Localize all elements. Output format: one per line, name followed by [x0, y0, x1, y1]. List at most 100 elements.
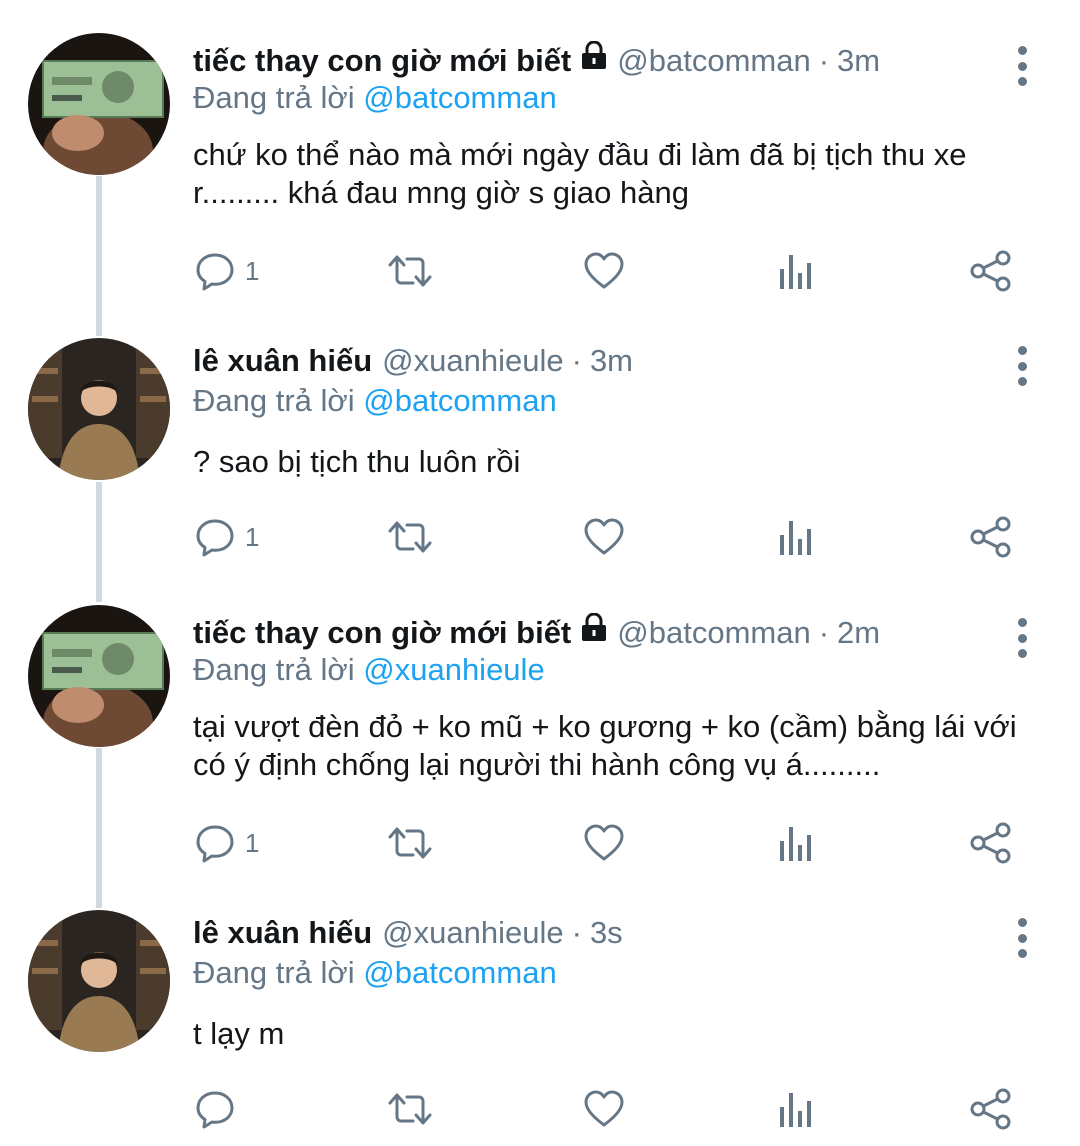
reply-count: 1: [245, 255, 260, 286]
reply-icon: [196, 519, 234, 557]
replying-prefix: Đang trả lời: [193, 652, 355, 687]
replying-to: Đang trả lời @xuanhieule: [193, 652, 545, 688]
analytics-button[interactable]: [776, 818, 816, 868]
reply-count: 1: [245, 827, 260, 858]
like-icon: [584, 824, 624, 861]
share-button[interactable]: [968, 246, 1014, 296]
reply-button[interactable]: [193, 1084, 237, 1134]
timestamp[interactable]: 2m: [837, 610, 880, 656]
retweet-icon: [388, 521, 432, 553]
more-options-icon[interactable]: [1008, 618, 1036, 658]
tweet-actions: [0, 1084, 1080, 1134]
display-name[interactable]: lê xuân hiếu: [193, 910, 372, 956]
more-options-icon[interactable]: [1008, 346, 1036, 386]
like-button[interactable]: [582, 246, 626, 296]
separator: ·: [571, 343, 582, 378]
tweet-actions: 1: [0, 246, 1080, 296]
reply-icon: [196, 825, 234, 863]
username[interactable]: @batcomman: [617, 38, 810, 84]
mention-link[interactable]: @batcomman: [363, 80, 556, 115]
username[interactable]: @batcomman: [617, 610, 810, 656]
tweet-header: lê xuân hiếu @xuanhieule · 3s: [193, 910, 623, 956]
replying-prefix: Đang trả lời: [193, 383, 355, 418]
analytics-button[interactable]: [776, 512, 816, 562]
reply-button[interactable]: 1: [193, 512, 259, 562]
like-icon: [584, 1090, 624, 1127]
share-icon: [970, 1088, 1011, 1130]
analytics-button[interactable]: [776, 1084, 816, 1134]
person-avatar-image: [28, 910, 170, 1052]
share-icon: [970, 516, 1011, 558]
tweet-header: lê xuân hiếu @xuanhieule · 3m: [193, 338, 633, 384]
retweet-icon: [388, 827, 432, 859]
more-options-icon[interactable]: [1008, 46, 1036, 86]
tweet-actions: 1: [0, 818, 1080, 868]
analytics-icon: [780, 255, 811, 289]
tweet-header: tiếc thay con giờ mới biết @batcomman · …: [193, 610, 880, 656]
replying-to: Đang trả lời @batcomman: [193, 955, 557, 991]
share-button[interactable]: [968, 1084, 1014, 1134]
lock-icon: [579, 610, 609, 656]
separator: ·: [571, 915, 582, 950]
person-avatar-image: [28, 338, 170, 480]
like-icon: [584, 252, 624, 289]
avatar[interactable]: [28, 33, 170, 175]
display-name[interactable]: tiếc thay con giờ mới biết: [193, 38, 571, 84]
mention-link[interactable]: @xuanhieule: [363, 652, 544, 687]
separator: ·: [818, 43, 830, 78]
banknote-avatar-image: [28, 605, 170, 747]
reply-count: 1: [245, 521, 260, 552]
lock-icon: [579, 38, 609, 84]
tweet-header: tiếc thay con giờ mới biết @batcomman · …: [193, 38, 880, 84]
mention-link[interactable]: @batcomman: [363, 955, 556, 990]
tweet[interactable]: lê xuân hiếu @xuanhieule · 3m Đang trả l…: [0, 338, 1080, 578]
timestamp[interactable]: 3m: [590, 338, 633, 384]
replying-prefix: Đang trả lời: [193, 955, 355, 990]
share-icon: [970, 250, 1011, 292]
reply-button[interactable]: 1: [193, 246, 259, 296]
tweet-text: tại vượt đèn đỏ + ko mũ + ko gương + ko …: [193, 709, 1017, 782]
avatar[interactable]: [28, 338, 170, 480]
replying-prefix: Đang trả lời: [193, 80, 355, 115]
retweet-button[interactable]: [385, 512, 435, 562]
like-button[interactable]: [582, 818, 626, 868]
analytics-button[interactable]: [776, 246, 816, 296]
tweet-actions: 1: [0, 512, 1080, 562]
retweet-button[interactable]: [385, 246, 435, 296]
analytics-icon: [780, 521, 811, 555]
retweet-button[interactable]: [385, 818, 435, 868]
separator: ·: [818, 615, 830, 650]
display-name[interactable]: lê xuân hiếu: [193, 338, 372, 384]
mention-link[interactable]: @batcomman: [363, 383, 556, 418]
reply-icon: [196, 1091, 234, 1129]
avatar[interactable]: [28, 910, 170, 1052]
tweet[interactable]: lê xuân hiếu @xuanhieule · 3s Đang trả l…: [0, 910, 1080, 1146]
like-button[interactable]: [582, 1084, 626, 1134]
retweet-icon: [388, 255, 432, 287]
tweet-text: t lạy m: [193, 1016, 285, 1051]
tweet[interactable]: tiếc thay con giờ mới biết @batcomman · …: [0, 605, 1080, 880]
like-icon: [584, 518, 624, 555]
more-options-icon[interactable]: [1008, 918, 1036, 958]
tweet[interactable]: tiếc thay con giờ mới biết @batcomman · …: [0, 33, 1080, 308]
tweet-text: ? sao bị tịch thu luôn rồi: [193, 444, 521, 479]
share-button[interactable]: [968, 818, 1014, 868]
username[interactable]: @xuanhieule: [382, 910, 563, 956]
retweet-button[interactable]: [385, 1084, 435, 1134]
share-button[interactable]: [968, 512, 1014, 562]
display-name[interactable]: tiếc thay con giờ mới biết: [193, 610, 571, 656]
banknote-avatar-image: [28, 33, 170, 175]
reply-icon: [196, 253, 234, 291]
timestamp[interactable]: 3s: [590, 910, 623, 956]
username[interactable]: @xuanhieule: [382, 338, 563, 384]
timestamp[interactable]: 3m: [837, 38, 880, 84]
analytics-icon: [780, 1093, 811, 1127]
replying-to: Đang trả lời @batcomman: [193, 80, 557, 116]
analytics-icon: [780, 827, 811, 861]
tweet-text: chứ ko thể nào mà mới ngày đầu đi làm đã…: [193, 137, 967, 210]
share-icon: [970, 822, 1011, 864]
replying-to: Đang trả lời @batcomman: [193, 383, 557, 419]
reply-button[interactable]: 1: [193, 818, 259, 868]
like-button[interactable]: [582, 512, 626, 562]
avatar[interactable]: [28, 605, 170, 747]
